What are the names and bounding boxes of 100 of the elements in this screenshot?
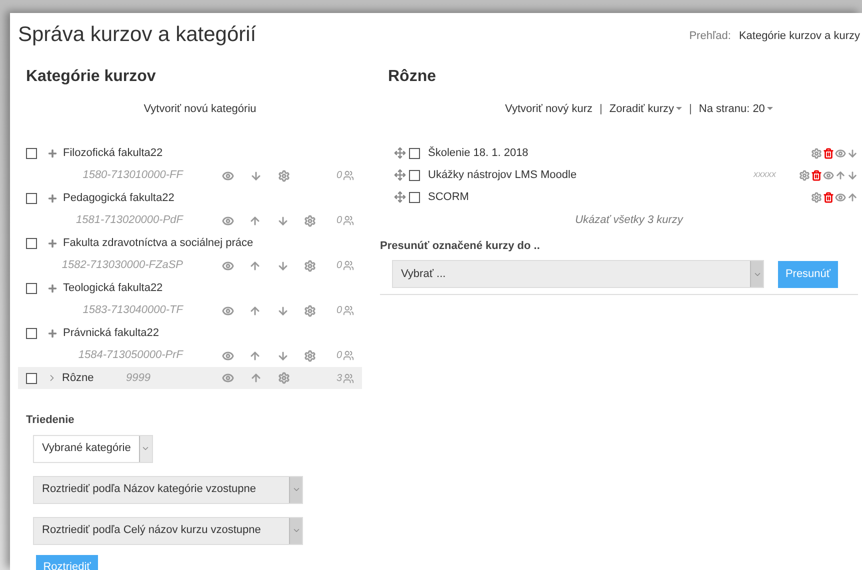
- eye-icon[interactable]: [835, 192, 846, 202]
- settings-icon[interactable]: [799, 170, 810, 180]
- checkbox[interactable]: [26, 238, 37, 248]
- eye-icon[interactable]: [222, 214, 234, 226]
- eye-icon[interactable]: [222, 350, 234, 362]
- settings-icon[interactable]: [304, 304, 316, 316]
- eye-icon[interactable]: [222, 372, 234, 384]
- dropdown-menu[interactable]: Zoradiť kurzy: [609, 100, 682, 117]
- eye-icon[interactable]: [835, 148, 846, 158]
- separator: |: [600, 102, 602, 116]
- chevron-down-icon: [292, 485, 300, 494]
- checkbox[interactable]: [409, 148, 420, 158]
- plus-icon[interactable]: [47, 238, 58, 248]
- plus-icon[interactable]: [47, 282, 58, 294]
- section-heading: Kategórie kurzov: [25, 66, 157, 86]
- trash-icon[interactable]: [811, 170, 822, 180]
- arrow-down-icon[interactable]: [847, 148, 858, 158]
- arrow-up-icon[interactable]: [249, 350, 262, 362]
- category-name[interactable]: Fakulta zdravotníctva a sociálnej práce: [63, 234, 254, 252]
- course-count: 3: [336, 372, 342, 386]
- trash-icon[interactable]: [823, 192, 834, 202]
- category-idnumber: 1582-713030000-FZaSP: [60, 258, 183, 274]
- course-count: 0: [336, 214, 342, 228]
- chevron-down-icon: [292, 526, 300, 535]
- course-name[interactable]: SCORM: [428, 188, 469, 206]
- course-count: 0: [336, 304, 342, 318]
- arrow-down-icon[interactable]: [276, 350, 289, 362]
- users-icon: [343, 170, 354, 181]
- category-name[interactable]: Rôzne: [62, 370, 94, 386]
- arrow-down-icon[interactable]: [250, 170, 262, 182]
- arrow-down-icon[interactable]: [276, 304, 289, 316]
- checkbox[interactable]: [26, 148, 37, 158]
- trash-icon[interactable]: [823, 148, 834, 158]
- checkbox[interactable]: [26, 328, 37, 338]
- arrow-up-icon[interactable]: [835, 170, 846, 180]
- create-category-link[interactable]: Vytvoriť novú kategóriu: [144, 100, 256, 117]
- plus-icon[interactable]: [47, 192, 58, 204]
- users-icon: [343, 350, 354, 361]
- users-icon: [343, 260, 354, 271]
- chevron-down-icon: [141, 444, 150, 453]
- users-icon: [343, 305, 354, 316]
- section-heading: Rôzne: [387, 66, 437, 86]
- target-category-select[interactable]: Vybrať ...: [392, 260, 764, 288]
- settings-icon[interactable]: [278, 372, 290, 384]
- course-count: 0: [336, 349, 342, 363]
- checkbox[interactable]: [409, 192, 420, 202]
- category-idnumber: 1583-713040000-TF: [82, 303, 183, 318]
- eye-icon[interactable]: [823, 170, 834, 180]
- arrow-up-icon[interactable]: [847, 192, 858, 202]
- users-icon: [343, 372, 354, 384]
- create-course-link[interactable]: Vytvoriť nový kurz: [505, 100, 593, 117]
- plus-icon[interactable]: [47, 328, 58, 338]
- category-idnumber: 1581-713020000-PdF: [74, 213, 183, 228]
- dropdown-menu[interactable]: Na stranu: 20: [698, 100, 773, 117]
- separator: |: [689, 102, 692, 116]
- page-title: Správa kurzov a kategórií: [18, 22, 256, 48]
- course-idnumber: xxxxx: [754, 168, 776, 182]
- move-icon[interactable]: [394, 147, 406, 159]
- plus-icon[interactable]: [47, 148, 58, 158]
- checkbox[interactable]: [26, 372, 37, 384]
- move-label: Presunúť označené kurzy do ..: [380, 238, 541, 254]
- category-idnumber: 1580-713010000-FF: [82, 168, 183, 184]
- arrow-up-icon[interactable]: [249, 260, 262, 272]
- checkbox[interactable]: [26, 192, 37, 204]
- category-name[interactable]: Teologická fakulta22: [63, 280, 163, 296]
- settings-icon[interactable]: [304, 260, 316, 272]
- course-count: 0: [336, 259, 342, 273]
- move-icon[interactable]: [394, 191, 406, 203]
- arrow-down-icon[interactable]: [276, 214, 289, 226]
- sort-courses-select[interactable]: Roztriediť podľa Celý názov kurzu vzostupne: [33, 516, 303, 544]
- sort-categories-select[interactable]: Roztriediť podľa Názov kategórie vzostupne: [33, 476, 303, 504]
- eye-icon[interactable]: [222, 304, 234, 316]
- move-icon[interactable]: [394, 169, 406, 181]
- show-all-link[interactable]: Ukázať všetky 3 kurzy: [575, 212, 683, 228]
- category-name[interactable]: Filozofická fakulta22: [63, 144, 163, 162]
- view-select[interactable]: Kategórie kurzov a kurzy: [738, 28, 860, 44]
- arrow-up-icon[interactable]: [249, 304, 262, 316]
- sorting-label: Triedenie: [26, 413, 76, 428]
- scope-select[interactable]: Vybrané kategórie: [33, 434, 153, 462]
- eye-icon[interactable]: [222, 170, 234, 182]
- category-name[interactable]: Pedagogická fakulta22: [63, 190, 174, 206]
- arrow-down-icon[interactable]: [847, 170, 858, 180]
- course-name[interactable]: Školenie 18. 1. 2018: [428, 144, 528, 162]
- eye-icon[interactable]: [222, 260, 234, 272]
- category-row[interactable]: Rôzne 9999 3: [18, 367, 362, 389]
- checkbox[interactable]: [26, 282, 37, 294]
- checkbox[interactable]: [409, 170, 420, 180]
- arrow-down-icon[interactable]: [276, 260, 289, 272]
- category-idnumber: 1584-713050000-PrF: [77, 348, 183, 364]
- settings-icon[interactable]: [811, 192, 822, 202]
- settings-icon[interactable]: [278, 170, 290, 182]
- settings-icon[interactable]: [304, 350, 316, 362]
- settings-icon[interactable]: [304, 214, 316, 226]
- arrow-up-icon[interactable]: [250, 372, 262, 384]
- view-label: Prehľad:: [689, 29, 731, 44]
- course-count: 0: [336, 169, 342, 183]
- category-name[interactable]: Právnická fakulta22: [63, 324, 159, 342]
- settings-icon[interactable]: [811, 148, 822, 158]
- arrow-up-icon[interactable]: [249, 214, 262, 226]
- course-name[interactable]: Ukážky nástrojov LMS Moodle: [428, 166, 577, 184]
